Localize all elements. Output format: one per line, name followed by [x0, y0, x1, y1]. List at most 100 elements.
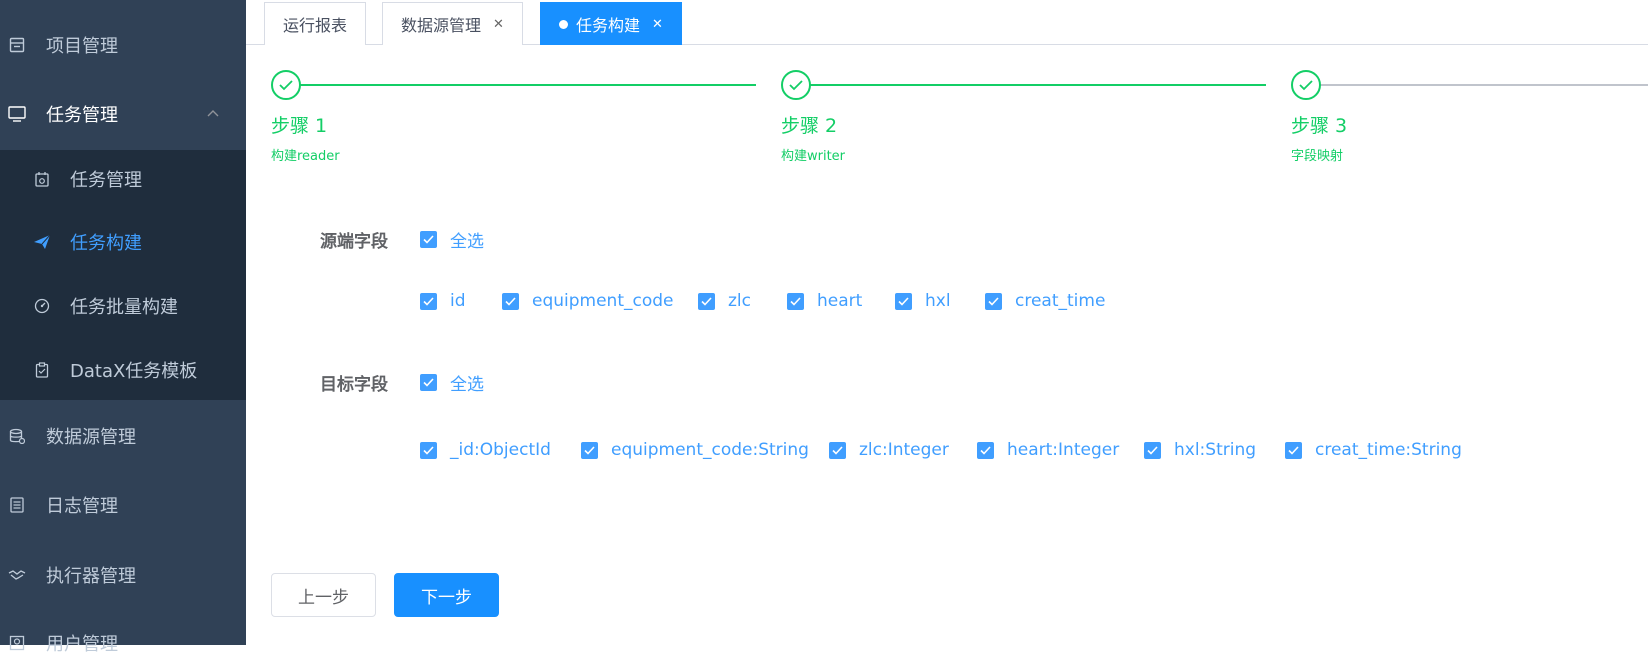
target-select-all-checkbox[interactable]: 全选: [420, 370, 484, 395]
checkbox-checked-icon: [581, 441, 598, 459]
step-title: 步骤 1: [271, 115, 328, 137]
close-icon[interactable]: ✕: [652, 17, 663, 32]
checkbox-label: creat_time: [1015, 291, 1106, 311]
sidebar-item-label: 用户管理: [46, 634, 118, 655]
step-description: 构建writer: [781, 149, 846, 164]
sidebar-item-label: 任务管理: [46, 105, 118, 126]
step-line: [288, 84, 756, 86]
document-icon: [8, 496, 26, 514]
sidebar-item-label: 项目管理: [46, 36, 118, 57]
source-field-checkbox[interactable]: id: [420, 291, 466, 311]
source-select-all-checkbox[interactable]: 全选: [420, 227, 484, 252]
step-line: [1308, 84, 1648, 86]
checkbox-label: 全选: [450, 375, 484, 395]
source-field-checkbox[interactable]: creat_time: [985, 291, 1105, 311]
sidebar-item-user[interactable]: 用户管理: [0, 615, 246, 671]
sidebar-subitem-datax-template[interactable]: DataX任务模板: [0, 342, 246, 398]
checkbox-checked-icon: [420, 374, 437, 391]
target-field-checkbox[interactable]: equipment_code:String: [581, 440, 809, 460]
sidebar-subitem-label: 任务批量构建: [70, 297, 178, 318]
checkbox-label: heart: [817, 291, 863, 311]
tab-dashboard[interactable]: 运行报表: [264, 2, 367, 45]
sidebar: 项目管理 任务管理 任务管理 任务构建 任务批量构建 DataX任务模板 数据源…: [0, 0, 246, 655]
monitor-icon: [8, 105, 26, 123]
chevron-up-icon[interactable]: [207, 108, 219, 120]
checkbox-label: heart:Integer: [1007, 440, 1120, 460]
source-field-checkbox[interactable]: zlc: [698, 291, 751, 311]
checkbox-checked-icon: [420, 441, 437, 459]
sidebar-item-task-management[interactable]: 任务管理: [0, 86, 246, 142]
sidebar-subitem-batch-build[interactable]: 任务批量构建: [0, 278, 246, 334]
tab-label: 任务构建: [576, 16, 641, 35]
source-fields-label: 源端字段: [320, 232, 388, 252]
sidebar-item-label: 数据源管理: [46, 427, 136, 448]
sidebar-subitem-task-management[interactable]: 任务管理: [0, 151, 246, 207]
tab-datasource[interactable]: 数据源管理 ✕: [382, 2, 523, 45]
checkbox-label: _id:ObjectId: [450, 440, 551, 460]
paper-plane-icon: [33, 233, 51, 251]
sidebar-item-project[interactable]: 项目管理: [0, 17, 246, 73]
active-dot-icon: [559, 19, 568, 29]
target-field-checkbox[interactable]: creat_time:String: [1285, 440, 1462, 460]
step-check-icon: [1291, 70, 1321, 100]
source-field-checkbox[interactable]: hxl: [895, 291, 951, 311]
checkbox-label: zlc:Integer: [859, 440, 949, 460]
checkbox-label: 全选: [450, 232, 484, 252]
checkbox-label: hxl:String: [1174, 440, 1257, 460]
steps: 步骤 1 构建reader 步骤 2 构建writer 步骤 3 字段映射: [246, 45, 1648, 175]
step-line: [798, 84, 1266, 86]
target-fields-label: 目标字段: [320, 375, 388, 395]
checkbox-checked-icon: [1285, 441, 1302, 459]
database-icon: [8, 427, 26, 445]
dashboard-icon: [33, 297, 51, 315]
sidebar-item-datasource[interactable]: 数据源管理: [0, 408, 246, 464]
target-field-checkbox[interactable]: _id:ObjectId: [420, 440, 551, 460]
checkbox-checked-icon: [895, 292, 912, 310]
sidebar-subitem-label: 任务构建: [70, 233, 142, 254]
step-check-icon: [271, 70, 301, 100]
checkbox-label: id: [450, 291, 466, 311]
checkbox-label: hxl: [925, 291, 951, 311]
step-title: 步骤 3: [1291, 115, 1348, 137]
step-title: 步骤 2: [781, 115, 838, 137]
sidebar-item-executor[interactable]: 执行器管理: [0, 547, 246, 603]
tab-task-build[interactable]: 任务构建 ✕: [540, 2, 682, 45]
checkbox-label: equipment_code:String: [611, 440, 809, 460]
tag-views-bar: 运行报表 数据源管理 ✕ 任务构建 ✕: [246, 0, 1648, 45]
table-icon: [8, 36, 26, 54]
sidebar-item-log[interactable]: 日志管理: [0, 477, 246, 533]
close-icon[interactable]: ✕: [493, 17, 504, 32]
sidebar-subitem-label: 任务管理: [70, 170, 142, 191]
target-field-checkbox[interactable]: heart:Integer: [977, 440, 1119, 460]
checkbox-checked-icon: [829, 441, 846, 459]
handshake-icon: [8, 566, 26, 584]
checkbox-checked-icon: [977, 441, 994, 459]
checkbox-label: zlc: [728, 291, 751, 311]
checkbox-label: creat_time:String: [1315, 440, 1462, 460]
clipboard-icon: [33, 361, 51, 379]
step-check-icon: [781, 70, 811, 100]
checkbox-checked-icon: [985, 292, 1002, 310]
sidebar-item-label: 日志管理: [46, 496, 118, 517]
checkbox-checked-icon: [420, 231, 437, 248]
checkbox-label: equipment_code: [532, 291, 674, 311]
step-description: 构建reader: [271, 149, 340, 164]
checkbox-checked-icon: [787, 292, 804, 310]
tab-label: 运行报表: [283, 16, 348, 35]
source-field-checkbox[interactable]: equipment_code: [502, 291, 674, 311]
tab-label: 数据源管理: [401, 16, 482, 35]
target-field-checkbox[interactable]: hxl:String: [1144, 440, 1256, 460]
calendar-icon: [33, 170, 51, 188]
sidebar-subitem-label: DataX任务模板: [70, 361, 198, 382]
source-field-checkbox[interactable]: heart: [787, 291, 862, 311]
checkbox-checked-icon: [502, 292, 519, 310]
checkbox-checked-icon: [1144, 441, 1161, 459]
prev-step-button[interactable]: 上一步: [271, 573, 376, 617]
checkbox-checked-icon: [698, 292, 715, 310]
checkbox-checked-icon: [420, 292, 437, 310]
step-description: 字段映射: [1291, 149, 1344, 164]
sidebar-item-label: 执行器管理: [46, 566, 136, 587]
next-step-button[interactable]: 下一步: [394, 573, 499, 617]
sidebar-subitem-task-build[interactable]: 任务构建: [0, 214, 246, 270]
target-field-checkbox[interactable]: zlc:Integer: [829, 440, 949, 460]
